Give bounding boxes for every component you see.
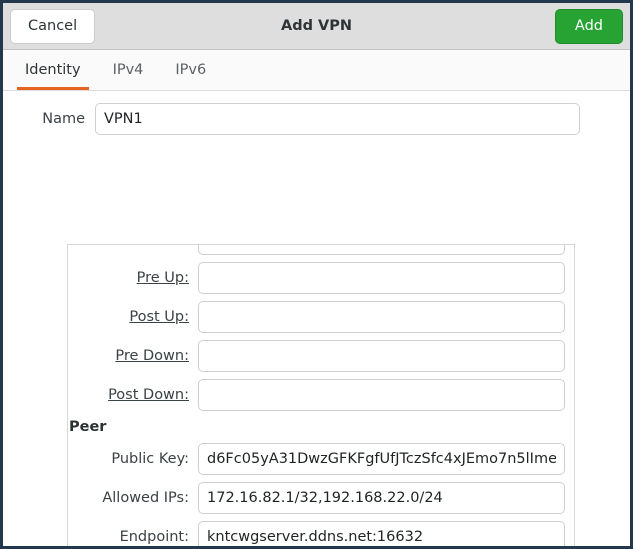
name-row: Name [3, 91, 630, 135]
post-down-label: Post Down: [108, 386, 189, 403]
cancel-button[interactable]: Cancel [10, 8, 96, 44]
allowed-ips-label: Allowed IPs: [102, 489, 189, 506]
form-row-clipped-top [68, 245, 574, 258]
dialog-header: Cancel Add VPN Add [3, 3, 630, 50]
form-row-post-up: Post Up: [68, 297, 574, 336]
endpoint-input[interactable] [198, 520, 565, 546]
form-row-post-down: Post Down: [68, 375, 574, 414]
form-row-pre-up: Pre Up: [68, 258, 574, 297]
dialog-title: Add VPN [280, 18, 352, 34]
post-down-input[interactable] [198, 378, 565, 411]
post-up-input[interactable] [198, 300, 565, 333]
name-input[interactable] [95, 103, 580, 135]
pre-up-label: Pre Up: [136, 269, 189, 286]
pre-down-label: Pre Down: [115, 347, 189, 364]
post-up-label: Post Up: [129, 308, 189, 325]
pre-up-input[interactable] [198, 261, 565, 294]
tab-bar: Identity IPv4 IPv6 [3, 50, 630, 91]
settings-scroll-area[interactable]: Pre Up: Post Up: Pre Down: Post Down: Pe… [67, 244, 575, 546]
form-row-allowed-ips: Allowed IPs: [68, 478, 574, 517]
pre-down-input[interactable] [198, 339, 565, 372]
settings-scroll-content: Pre Up: Post Up: Pre Down: Post Down: Pe… [68, 245, 574, 546]
tab-identity[interactable]: Identity [9, 50, 97, 90]
form-row-public-key: Public Key: [68, 439, 574, 478]
allowed-ips-input[interactable] [198, 481, 565, 514]
form-row-endpoint: Endpoint: [68, 517, 574, 546]
public-key-label: Public Key: [111, 450, 189, 467]
tab-ipv4[interactable]: IPv4 [97, 50, 160, 90]
public-key-input[interactable] [198, 442, 565, 475]
clipped-input[interactable] [198, 245, 565, 255]
add-button[interactable]: Add [554, 8, 623, 44]
name-label: Name [42, 111, 85, 127]
peer-section-header: Peer [69, 418, 107, 435]
add-vpn-dialog: Cancel Add VPN Add Identity IPv4 IPv6 Na… [0, 0, 633, 549]
endpoint-label: Endpoint: [119, 528, 189, 545]
identity-panel: Name Pre Up: Post Up: Pre Down: [3, 91, 630, 546]
form-row-pre-down: Pre Down: [68, 336, 574, 375]
tab-ipv6[interactable]: IPv6 [159, 50, 222, 90]
